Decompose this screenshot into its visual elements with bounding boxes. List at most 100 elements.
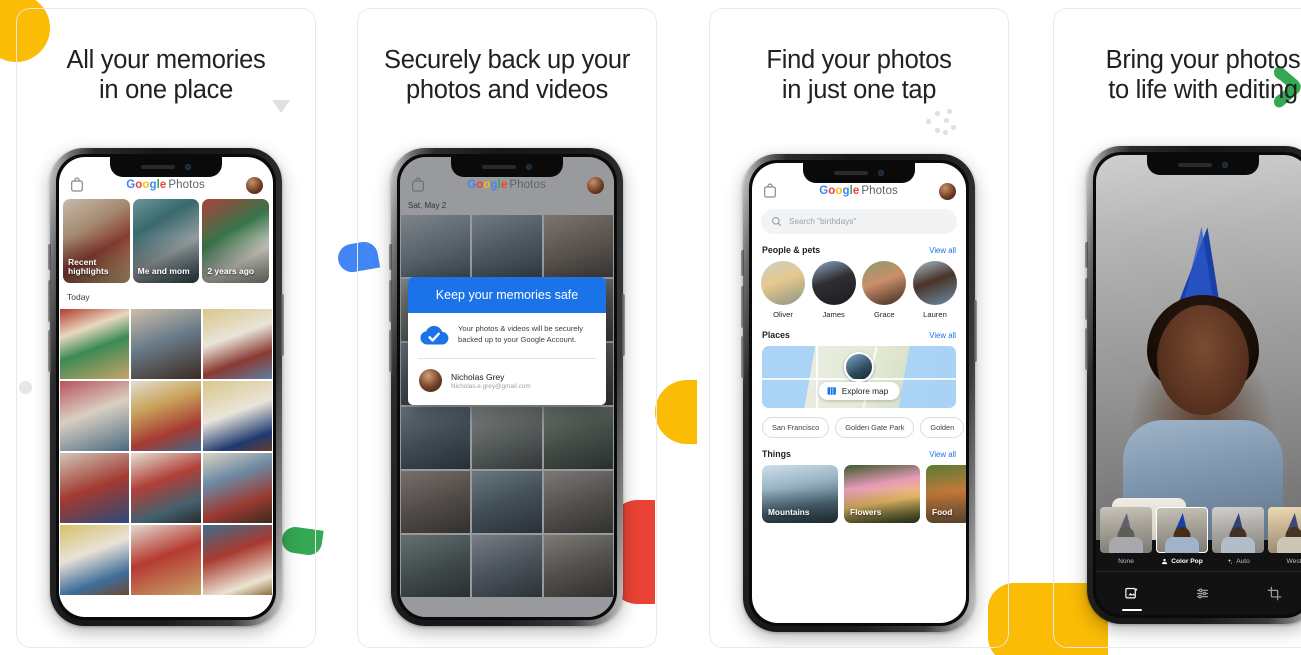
photo-thumbnail[interactable] bbox=[202, 309, 272, 379]
thing-item[interactable]: Food bbox=[926, 465, 966, 523]
dialog-body-line-2: backed up to your Google Account. bbox=[458, 335, 577, 344]
photo-thumbnail[interactable] bbox=[60, 525, 130, 595]
section-header-people: People & pets View all bbox=[752, 234, 966, 261]
thing-label: Mountains bbox=[768, 507, 810, 517]
memory-label: Recent highlights bbox=[68, 256, 109, 277]
brand-suffix: Photos bbox=[168, 179, 205, 191]
photo-thumbnail[interactable] bbox=[131, 525, 201, 595]
memory-card[interactable]: 2 years ago bbox=[202, 199, 270, 283]
place-chip[interactable]: Golden bbox=[920, 417, 965, 438]
photo-thumbnail[interactable] bbox=[131, 453, 201, 523]
photos-lockup-icon[interactable] bbox=[762, 183, 778, 199]
person-item[interactable]: Lauren bbox=[912, 261, 957, 319]
cloud-check-icon bbox=[419, 324, 449, 346]
map-photo-pin bbox=[844, 352, 874, 382]
place-chip[interactable]: San Francisco bbox=[762, 417, 830, 438]
decor-dot-cluster bbox=[922, 108, 956, 138]
person-avatar bbox=[912, 261, 957, 305]
dialog-body: Your photos & videos will be securely ba… bbox=[458, 324, 583, 346]
photo-thumbnail[interactable] bbox=[60, 453, 130, 523]
filter-thumbnail bbox=[1156, 507, 1208, 553]
person-avatar bbox=[811, 261, 856, 305]
headline-line-1: Bring your photos bbox=[1105, 46, 1301, 74]
filter-strip[interactable]: None Color Pop Auto West bbox=[1096, 507, 1301, 565]
person-item[interactable]: James bbox=[811, 261, 856, 319]
headline-line-1: Find your photos bbox=[766, 46, 952, 74]
filter-option[interactable]: Auto bbox=[1212, 507, 1264, 565]
brand-letter-e: e bbox=[159, 179, 167, 191]
headline-line-2: in just one tap bbox=[781, 75, 937, 104]
filter-option[interactable]: Color Pop bbox=[1156, 507, 1208, 565]
filter-option[interactable]: None bbox=[1100, 507, 1152, 565]
decor-yellow-shape-middle bbox=[655, 380, 697, 444]
dialog-account-row[interactable]: Nicholas Grey Nicholas.e.grey@gmail.com bbox=[408, 359, 606, 405]
screenshot-card-editing[interactable]: Bring your photos to life with editing N… bbox=[1053, 8, 1301, 648]
screenshot-card-search[interactable]: Find your photos in just one tap Google … bbox=[709, 8, 1009, 648]
photos-lockup-icon[interactable] bbox=[69, 177, 85, 193]
filter-label: Auto bbox=[1212, 558, 1264, 565]
account-avatar[interactable] bbox=[246, 176, 263, 194]
headline-line-1: Securely back up your bbox=[384, 46, 630, 74]
photo-thumbnail[interactable] bbox=[202, 381, 272, 451]
phone-mockup-editing: None Color Pop Auto West bbox=[1085, 146, 1301, 624]
screenshot-card-backup[interactable]: Securely back up your photos and videos bbox=[357, 8, 657, 648]
map-preview[interactable]: Explore map bbox=[762, 346, 956, 408]
filter-label: West bbox=[1286, 558, 1301, 565]
dialog-body-line-1: Your photos & videos will be securely bbox=[458, 324, 584, 334]
person-avatar bbox=[761, 261, 805, 305]
panel-headline-search: Find your photos in just one tap bbox=[709, 8, 1009, 105]
account-name: Nicholas Grey bbox=[451, 371, 505, 382]
dialog-title: Keep your memories safe bbox=[408, 277, 606, 313]
photo-thumbnail[interactable] bbox=[60, 309, 130, 379]
headline-line-1: All your memories bbox=[66, 46, 266, 74]
section-title: People & pets bbox=[762, 245, 821, 255]
memory-card[interactable]: Recent highlights bbox=[63, 199, 130, 283]
memory-label: Me and mom bbox=[137, 266, 190, 277]
editor-tab-bar[interactable] bbox=[1096, 571, 1301, 615]
place-chip[interactable]: Golden Gate Park bbox=[835, 417, 915, 438]
thing-item[interactable]: Flowers bbox=[844, 465, 920, 523]
decor-gray-dot bbox=[19, 381, 32, 394]
filter-option[interactable]: West bbox=[1268, 507, 1301, 565]
filter-label: None bbox=[1118, 558, 1134, 565]
filter-thumbnail bbox=[1212, 507, 1264, 553]
photo-grid[interactable] bbox=[59, 309, 273, 595]
people-carousel[interactable]: Oliver James Grace Lauren bbox=[752, 261, 966, 319]
photo-thumbnail[interactable] bbox=[131, 381, 201, 451]
photos-lockup-icon[interactable] bbox=[410, 177, 426, 193]
things-carousel[interactable]: Mountains Flowers Food bbox=[752, 465, 966, 523]
crop-rotate-tab[interactable] bbox=[1267, 586, 1282, 601]
brand-letter-g: G bbox=[126, 179, 136, 191]
thing-item[interactable]: Mountains bbox=[762, 465, 838, 523]
active-tab-indicator bbox=[1121, 609, 1142, 611]
view-all-link[interactable]: View all bbox=[929, 246, 956, 255]
thing-label: Food bbox=[932, 507, 953, 517]
map-icon bbox=[827, 386, 837, 396]
phone-notch bbox=[803, 163, 915, 183]
photo-filter-tab[interactable] bbox=[1121, 586, 1142, 611]
sparkle-icon bbox=[1226, 558, 1233, 565]
photo-thumbnail[interactable] bbox=[202, 453, 272, 523]
account-avatar[interactable] bbox=[939, 182, 956, 200]
adjust-tab[interactable] bbox=[1195, 586, 1210, 601]
person-item[interactable]: Oliver bbox=[761, 261, 805, 319]
screenshot-card-memories[interactable]: All your memories in one place Google Ph… bbox=[16, 8, 316, 648]
photo-thumbnail[interactable] bbox=[131, 309, 201, 379]
view-all-link[interactable]: View all bbox=[929, 331, 956, 340]
memory-card[interactable]: Me and mom bbox=[132, 199, 200, 283]
photo-thumbnail[interactable] bbox=[202, 525, 272, 595]
person-name: Grace bbox=[873, 310, 895, 319]
search-input[interactable]: Search "birthdays" bbox=[761, 209, 957, 234]
place-chips[interactable]: San Francisco Golden Gate Park Golden bbox=[752, 408, 966, 438]
explore-map-button[interactable]: Explore map bbox=[818, 382, 900, 400]
backup-dialog[interactable]: Keep your memories safe Your photos & vi… bbox=[408, 277, 606, 405]
account-avatar[interactable] bbox=[587, 176, 604, 194]
edited-photo-preview[interactable] bbox=[1096, 155, 1301, 540]
view-all-link[interactable]: View all bbox=[929, 450, 956, 459]
person-item[interactable]: Grace bbox=[862, 261, 907, 319]
brand-letter-g2: g bbox=[149, 179, 157, 191]
memories-carousel[interactable]: Recent highlights Me and mom 2 years ago bbox=[59, 195, 273, 283]
photo-thumbnail[interactable] bbox=[60, 381, 130, 451]
phone-notch bbox=[110, 157, 222, 177]
search-placeholder: Search "birthdays" bbox=[789, 217, 857, 226]
